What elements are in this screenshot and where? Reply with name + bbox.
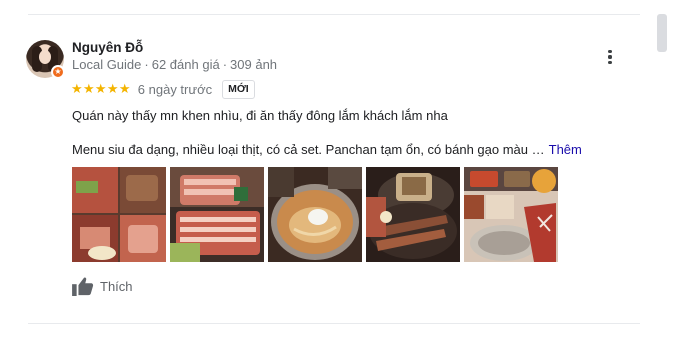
thumb-up-icon — [72, 277, 94, 296]
scrollbar-thumb[interactable] — [657, 14, 667, 52]
avatar[interactable]: ★ — [26, 40, 65, 79]
photo-strip — [72, 167, 558, 262]
more-link[interactable]: Thêm — [549, 142, 582, 157]
reviewer-name[interactable]: Nguyên Đỗ — [72, 40, 143, 55]
local-guide-badge-icon: ★ — [51, 65, 65, 79]
photo-grilled-pork-on-grill[interactable] — [366, 167, 460, 262]
top-divider — [28, 14, 640, 15]
photo-count: 309 ảnh — [230, 57, 278, 72]
photo-side-dishes-table[interactable] — [464, 167, 558, 262]
review-count: 62 đánh giá — [151, 57, 220, 72]
photo-meat-platter-collage[interactable] — [72, 167, 166, 262]
like-button[interactable]: Thích — [72, 276, 133, 296]
photo-grilled-meat-slices[interactable] — [170, 167, 264, 262]
rating-row: ★★★★★ 6 ngày trước MỚI — [71, 79, 255, 99]
reviewer-meta: Local Guide · 62 đánh giá · 309 ảnh — [72, 57, 278, 72]
review-time: 6 ngày trước — [137, 81, 213, 97]
more-vert-icon[interactable] — [602, 48, 618, 66]
local-guide-label: Local Guide — [72, 57, 142, 72]
like-label: Thích — [100, 278, 133, 294]
review-text-line2-content: Menu siu đa dạng, nhiều loại thịt, có cả… — [72, 142, 545, 157]
bottom-divider — [28, 323, 640, 324]
star-rating: ★★★★★ — [71, 81, 131, 96]
review-text-line2: Menu siu đa dạng, nhiều loại thịt, có cả… — [72, 142, 582, 157]
new-badge: MỚI — [222, 79, 255, 99]
review-text-line1: Quán này thấy mn khen nhìu, đi ăn thấy đ… — [72, 108, 448, 123]
photo-cold-noodle-soup[interactable] — [268, 167, 362, 262]
